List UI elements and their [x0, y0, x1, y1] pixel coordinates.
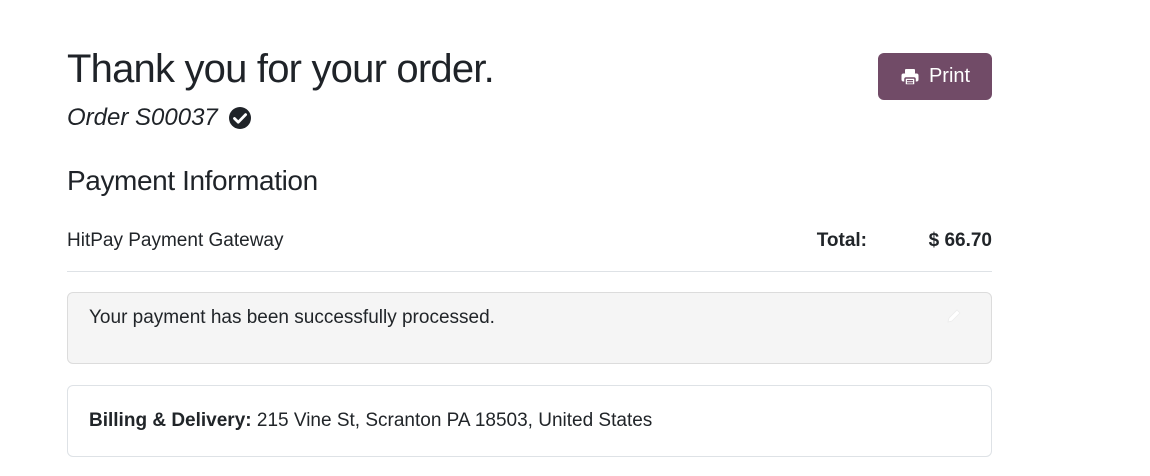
billing-delivery-box: Billing & Delivery: 215 Vine St, Scranto…: [67, 385, 992, 457]
order-confirmation-container: Thank you for your order. Order S00037 P…: [67, 0, 992, 457]
total-amount: $ 66.70: [928, 230, 992, 251]
pencil-icon[interactable]: [945, 307, 963, 325]
print-button[interactable]: Print: [878, 53, 992, 100]
order-confirmation-page: Thank you for your order. Order S00037 P…: [0, 0, 1150, 476]
order-number: Order S00037: [67, 104, 218, 131]
printer-icon: [900, 67, 920, 87]
billing-delivery-address: 215 Vine St, Scranton PA 18503, United S…: [251, 410, 653, 431]
payment-provider: HitPay Payment Gateway: [67, 230, 284, 251]
payment-status-alert: Your payment has been successfully proce…: [67, 292, 992, 364]
check-circle-icon: [228, 106, 252, 130]
header-row: Thank you for your order. Order S00037 P…: [67, 0, 992, 150]
payment-summary-row: HitPay Payment Gateway Total: $ 66.70: [67, 226, 992, 272]
payment-status-message: Your payment has been successfully proce…: [89, 307, 495, 328]
print-button-label: Print: [928, 65, 971, 87]
payment-section-title: Payment Information: [67, 165, 318, 196]
order-reference: Order S00037: [67, 104, 252, 132]
billing-delivery-line: Billing & Delivery: 215 Vine St, Scranto…: [89, 410, 652, 432]
page-title: Thank you for your order.: [67, 47, 495, 91]
total-label: Total:: [816, 230, 867, 251]
billing-delivery-label: Billing & Delivery:: [89, 410, 252, 431]
